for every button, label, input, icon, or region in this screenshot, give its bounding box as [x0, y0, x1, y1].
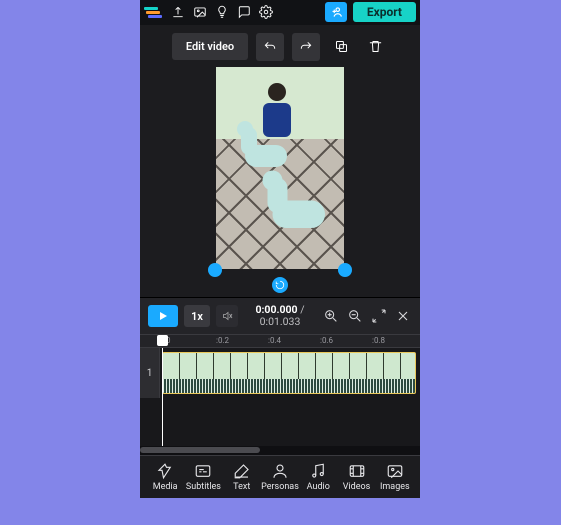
nav-media[interactable]: Media	[146, 462, 184, 492]
playback-controls: 1x 0:00.000 / 0:01.033	[140, 298, 420, 334]
track-number: 1	[140, 348, 160, 398]
nav-label: Subtitles	[186, 482, 221, 492]
nav-text[interactable]: Text	[223, 462, 261, 492]
nav-label: Text	[233, 482, 250, 492]
edit-video-button[interactable]: Edit video	[172, 33, 248, 60]
resize-handle-left[interactable]	[208, 263, 222, 277]
playback-speed-button[interactable]: 1x	[184, 305, 210, 327]
undo-button[interactable]	[256, 33, 284, 61]
close-icon[interactable]	[394, 307, 412, 325]
video-frame	[216, 67, 344, 269]
ruler-tick: :0.4	[268, 336, 281, 345]
redo-button[interactable]	[292, 33, 320, 61]
video-clip[interactable]	[162, 352, 416, 394]
timeline-panel: 1x 0:00.000 / 0:01.033 :0 :0.2	[140, 297, 420, 455]
nav-subtitles[interactable]: Subtitles	[184, 462, 222, 492]
nav-label: Personas	[261, 482, 299, 492]
settings-gear-icon[interactable]	[258, 4, 274, 20]
nav-label: Media	[153, 482, 178, 492]
video-editor-app: Export Edit video	[140, 0, 420, 498]
audio-waveform	[163, 379, 415, 393]
delete-icon[interactable]	[362, 34, 388, 60]
time-ruler[interactable]: :0 :0.2 :0.4 :0.6 :0.8	[140, 334, 420, 348]
ruler-tick: :0.8	[372, 336, 385, 345]
ruler-tick: :0.2	[216, 336, 229, 345]
lightbulb-icon[interactable]	[214, 4, 230, 20]
zoom-out-icon[interactable]	[346, 307, 364, 325]
duplicate-icon[interactable]	[328, 34, 354, 60]
nav-audio[interactable]: Audio	[299, 462, 337, 492]
top-bar: Export	[140, 0, 420, 25]
duration: 0:01.033	[244, 316, 316, 328]
mute-icon[interactable]	[216, 305, 238, 327]
app-logo	[144, 7, 162, 18]
time-separator: /	[300, 303, 304, 316]
export-button[interactable]: Export	[353, 2, 416, 22]
play-button[interactable]	[148, 305, 178, 327]
time-display: 0:00.000 / 0:01.033	[244, 304, 316, 328]
upload-icon[interactable]	[170, 4, 186, 20]
video-preview[interactable]	[216, 67, 344, 269]
zoom-in-icon[interactable]	[322, 307, 340, 325]
playhead[interactable]	[162, 348, 163, 446]
nav-personas[interactable]: Personas	[261, 462, 299, 492]
ruler-tick: :0.6	[320, 336, 333, 345]
clip-toolbar: Edit video	[140, 25, 420, 67]
comment-icon[interactable]	[236, 4, 252, 20]
nav-videos[interactable]: Videos	[337, 462, 375, 492]
bottom-nav: Media Subtitles Text Personas Audio Vide…	[140, 455, 420, 498]
scrollbar-thumb[interactable]	[140, 447, 260, 453]
nav-images[interactable]: Images	[376, 462, 414, 492]
rotate-handle[interactable]	[272, 277, 288, 293]
nav-label: Videos	[343, 482, 371, 492]
share-people-button[interactable]	[325, 2, 347, 22]
resize-handle-right[interactable]	[338, 263, 352, 277]
nav-label: Audio	[307, 482, 330, 492]
nav-label: Images	[380, 482, 410, 492]
image-icon[interactable]	[192, 4, 208, 20]
timeline[interactable]: 1	[140, 348, 420, 446]
fit-icon[interactable]	[370, 307, 388, 325]
horizontal-scrollbar[interactable]	[140, 446, 420, 455]
